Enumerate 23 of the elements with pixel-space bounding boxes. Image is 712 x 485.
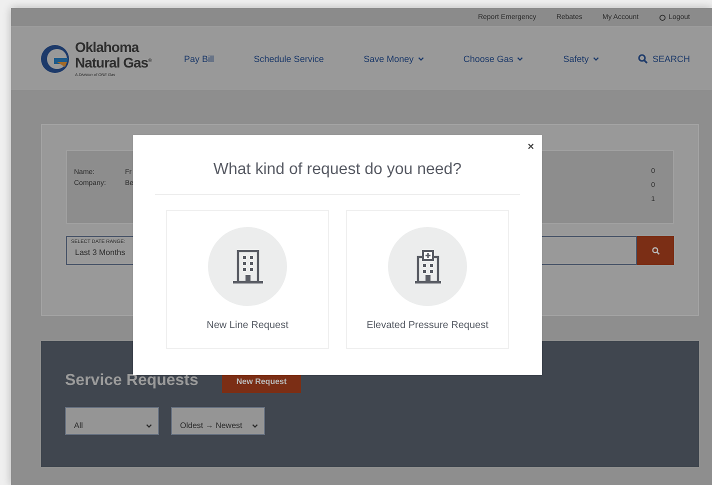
logo-text: Natural Gas$^{®}$ xyxy=(75,54,152,70)
search-icon xyxy=(638,54,648,64)
filter-select[interactable]: All xyxy=(65,407,159,435)
section-title: Service Requests xyxy=(65,372,198,390)
filter-select[interactable]: Oldest → Newest xyxy=(171,407,265,435)
search-button[interactable] xyxy=(637,236,674,265)
chevron-down-icon xyxy=(252,424,258,428)
hospital-icon xyxy=(412,250,442,284)
nav-link[interactable]: Safety xyxy=(563,54,599,64)
nav-link[interactable]: Choose Gas xyxy=(463,54,524,64)
request-option[interactable]: Elevated Pressure Request xyxy=(346,210,509,349)
request-option[interactable]: New Line Request xyxy=(166,210,329,349)
nav-link[interactable]: Save Money xyxy=(364,54,424,64)
nav-link[interactable]: Pay Bill xyxy=(184,54,214,64)
search-link[interactable]: SEARCH xyxy=(638,54,690,64)
chevron-down-icon xyxy=(146,424,152,428)
building-icon xyxy=(232,250,262,284)
logo-icon[interactable] xyxy=(40,44,70,74)
logo-text: Oklahoma xyxy=(75,40,140,54)
close-button[interactable]: × xyxy=(526,141,536,153)
dialog-title: What kind of request do you need? xyxy=(213,161,462,179)
nav-link[interactable]: Schedule Service xyxy=(254,54,324,64)
search-icon xyxy=(652,246,660,254)
